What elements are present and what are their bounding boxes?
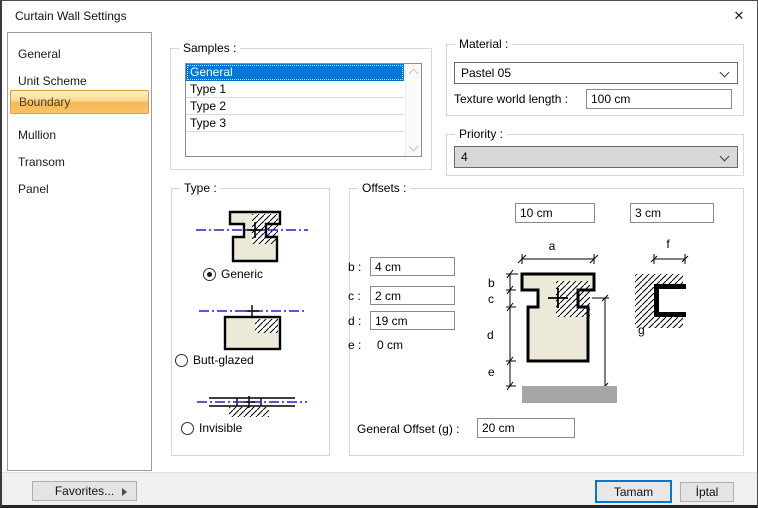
- material-value: Pastel 05: [461, 66, 511, 80]
- generic-profile-icon: [192, 209, 312, 265]
- ok-button[interactable]: Tamam: [595, 480, 672, 503]
- scrollbar[interactable]: [405, 64, 421, 156]
- list-item[interactable]: Type 3: [186, 115, 404, 132]
- texture-length-label: Texture world length :: [454, 92, 568, 106]
- general-offset-label: General Offset (g) :: [357, 422, 460, 436]
- type-option-label: Butt-glazed: [193, 353, 254, 367]
- favorites-label: Favorites...: [55, 484, 114, 498]
- offset-c-input[interactable]: [370, 286, 455, 305]
- scroll-up-icon[interactable]: [409, 69, 419, 79]
- cancel-button[interactable]: İptal: [680, 482, 734, 502]
- dim-label-d: d: [487, 328, 494, 342]
- dim-label-f: f: [658, 237, 678, 251]
- close-icon[interactable]: ✕: [727, 5, 751, 26]
- settings-nav: General Unit Scheme Boundary Mullion Tra…: [7, 32, 152, 471]
- priority-group-label: Priority :: [455, 127, 507, 141]
- type-option-label: Generic: [221, 267, 263, 281]
- texture-length-input[interactable]: [586, 89, 732, 109]
- priority-value: 4: [461, 150, 468, 164]
- chevron-down-icon: [720, 68, 730, 78]
- curtain-wall-settings-dialog: Curtain Wall Settings ✕ General Unit Sch…: [0, 0, 758, 508]
- radio-icon[interactable]: [175, 354, 188, 367]
- offset-e-label: e :: [348, 338, 361, 352]
- sidebar-item-boundary[interactable]: Boundary: [10, 90, 149, 114]
- samples-group-label: Samples :: [179, 41, 240, 55]
- radio-icon[interactable]: [181, 422, 194, 435]
- type-group-label: Type :: [180, 181, 221, 195]
- sidebar-item-mullion[interactable]: Mullion: [10, 123, 149, 147]
- offset-f-input[interactable]: [630, 203, 714, 223]
- offset-b-label: b :: [348, 260, 361, 274]
- favorites-button[interactable]: Favorites...: [32, 481, 137, 501]
- type-option-label: Invisible: [199, 421, 242, 435]
- list-item[interactable]: Type 2: [186, 98, 404, 115]
- radio-selected-icon[interactable]: [203, 268, 216, 281]
- material-dropdown[interactable]: Pastel 05: [454, 62, 738, 84]
- priority-dropdown[interactable]: 4: [454, 146, 738, 168]
- offset-e-value: 0 cm: [377, 338, 403, 352]
- type-option-generic[interactable]: Generic: [203, 267, 263, 281]
- list-item[interactable]: Type 1: [186, 81, 404, 98]
- titlebar: Curtain Wall Settings ✕: [2, 1, 757, 31]
- material-group-label: Material :: [455, 37, 512, 51]
- dim-label-e: e: [488, 365, 495, 379]
- offsets-group-label: Offsets :: [358, 181, 410, 195]
- chevron-down-icon: [720, 152, 730, 162]
- dim-label-b: b: [488, 276, 495, 290]
- type-option-butt-glazed[interactable]: Butt-glazed: [175, 353, 254, 367]
- offset-d-input[interactable]: [370, 311, 455, 330]
- offsets-profile-diagram: [482, 237, 627, 407]
- general-offset-input[interactable]: [477, 418, 575, 438]
- type-option-invisible[interactable]: Invisible: [181, 421, 242, 435]
- sidebar-item-general[interactable]: General: [10, 42, 149, 66]
- f-profile-diagram: [630, 251, 694, 335]
- offset-d-label: d :: [348, 314, 361, 328]
- butt-glazed-icon: [197, 304, 307, 352]
- samples-list: General Type 1 Type 2 Type 3: [185, 63, 422, 157]
- list-item[interactable]: General: [186, 64, 404, 81]
- invisible-icon: [197, 392, 307, 420]
- offset-b-input[interactable]: [370, 257, 455, 276]
- sidebar-item-panel[interactable]: Panel: [10, 177, 149, 201]
- offset-c-label: c :: [348, 289, 361, 303]
- sidebar-item-transom[interactable]: Transom: [10, 150, 149, 174]
- offset-a-input[interactable]: [515, 203, 595, 223]
- cancel-label: İptal: [696, 485, 719, 499]
- scroll-down-icon[interactable]: [409, 142, 419, 152]
- dim-label-c: c: [488, 292, 494, 306]
- ok-label: Tamam: [614, 485, 653, 499]
- flyout-arrow-icon: [122, 488, 127, 496]
- dialog-title: Curtain Wall Settings: [15, 9, 127, 23]
